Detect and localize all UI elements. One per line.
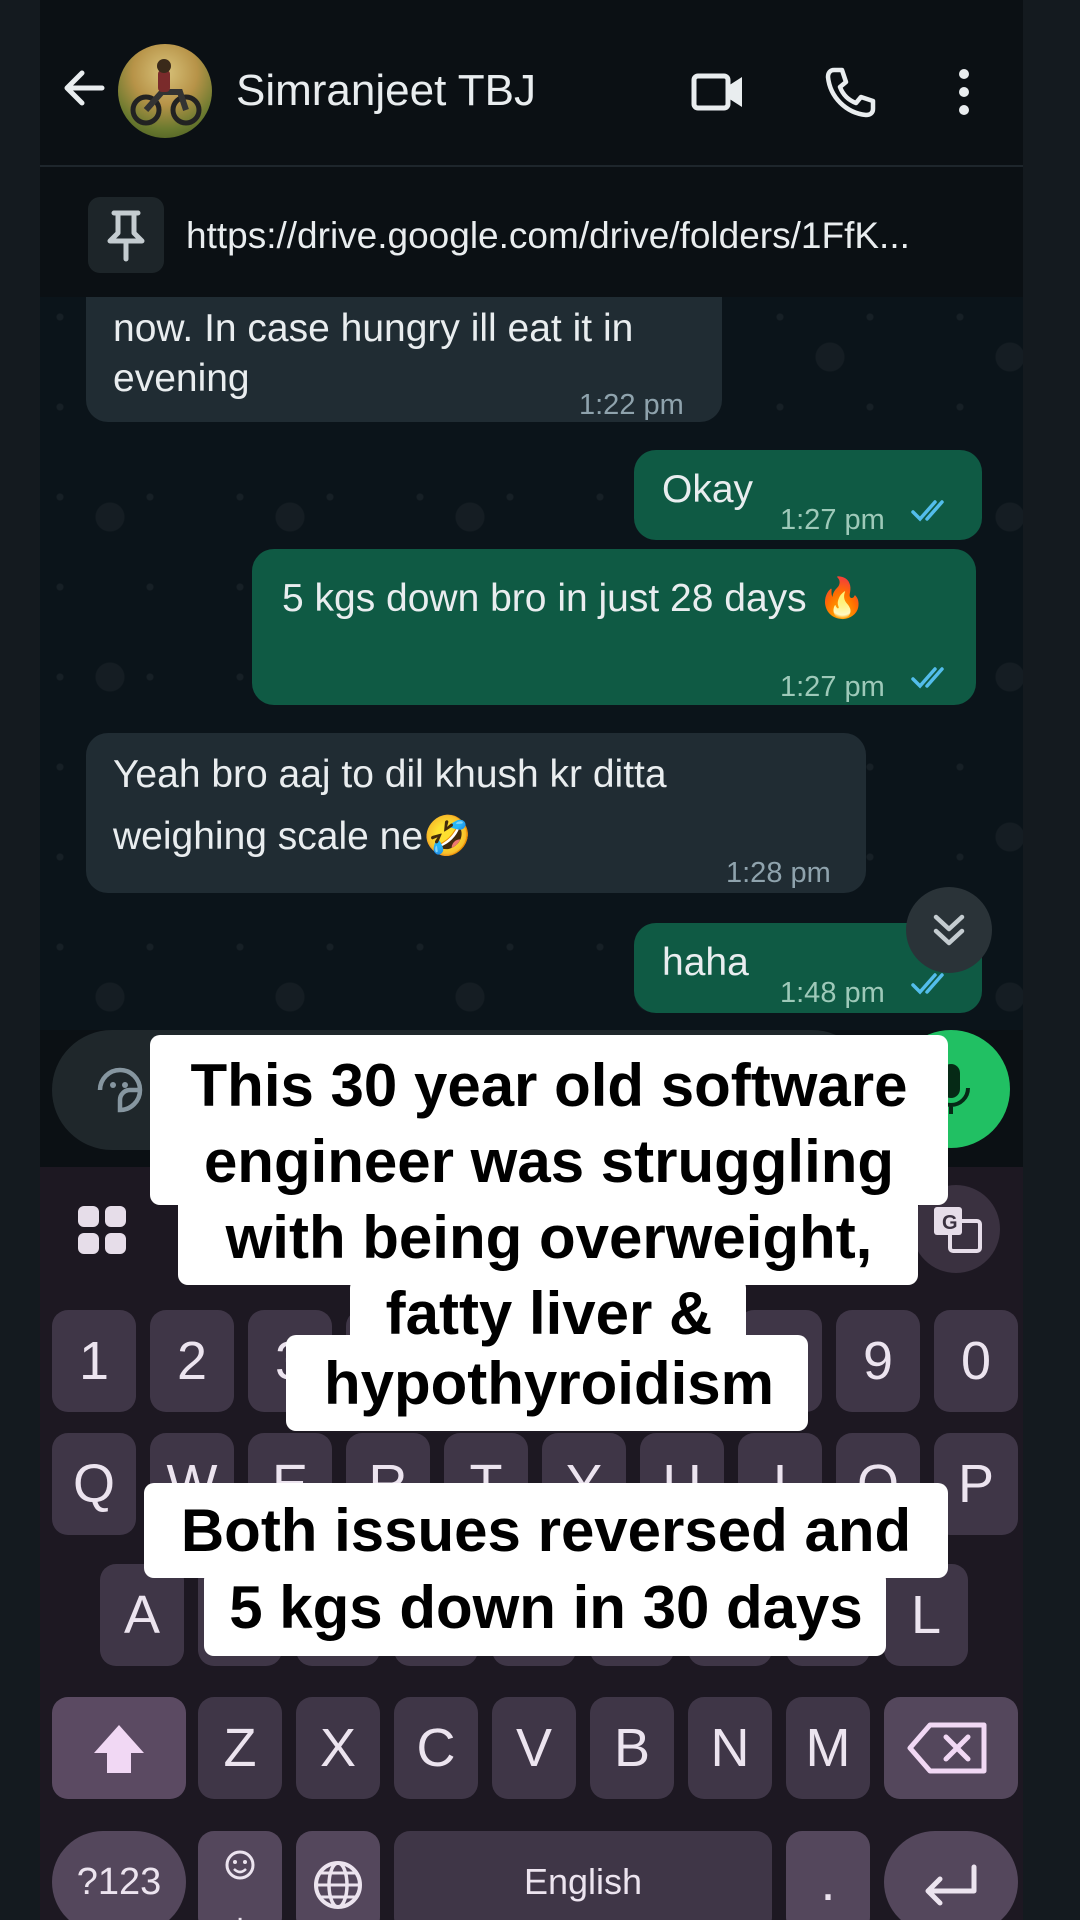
- video-call-icon[interactable]: [688, 62, 748, 122]
- enter-key[interactable]: [884, 1831, 1018, 1920]
- pin-icon: [107, 210, 145, 262]
- caption-line: Both issues reversed and: [180, 1497, 912, 1564]
- shift-key[interactable]: [52, 1697, 186, 1799]
- pin-icon-box: [88, 197, 164, 273]
- key[interactable]: B: [590, 1697, 674, 1799]
- scroll-to-bottom-button[interactable]: [906, 887, 992, 973]
- message-text-line: 5 kgs down bro in just 28 days 🔥: [282, 577, 867, 620]
- key[interactable]: X: [296, 1697, 380, 1799]
- double-check-read-icon: [911, 667, 944, 689]
- caption-line: This 30 year old software: [190, 1052, 908, 1119]
- message-text-line: evening: [113, 357, 250, 400]
- sticker-icon[interactable]: [90, 1060, 150, 1120]
- key[interactable]: V: [492, 1697, 576, 1799]
- enter-arrow-icon: [925, 1864, 977, 1906]
- contact-name[interactable]: Simranjeet TBJ: [236, 66, 536, 116]
- key[interactable]: N: [688, 1697, 772, 1799]
- backspace-icon: [907, 1722, 987, 1774]
- double-chevron-down-icon: [933, 914, 965, 946]
- message-time: 1:28 pm: [726, 857, 831, 889]
- caption-line: engineer was struggling: [203, 1128, 895, 1195]
- message-bubble-incoming[interactable]: Yeah bro aaj to dil khush kr ditta weigh…: [86, 733, 866, 893]
- contact-avatar[interactable]: [118, 44, 212, 138]
- double-check-read-icon: [911, 500, 944, 522]
- key[interactable]: Z: [198, 1697, 282, 1799]
- message-time: 1:27 pm: [780, 504, 885, 536]
- pinned-message-bar[interactable]: https://drive.google.com/drive/folders/1…: [40, 167, 1023, 297]
- message-time: 1:48 pm: [780, 977, 885, 1009]
- shift-arrow-icon: [94, 1725, 144, 1773]
- key[interactable]: 1: [52, 1310, 136, 1412]
- message-text-line: haha: [662, 941, 749, 984]
- message-bubble-outgoing[interactable]: Okay 1:27 pm: [634, 450, 982, 540]
- double-check-read-icon: [911, 973, 944, 995]
- period-key[interactable]: .: [786, 1831, 870, 1920]
- message-time: 1:27 pm: [780, 671, 885, 703]
- key[interactable]: Q: [52, 1433, 136, 1535]
- key[interactable]: C: [394, 1697, 478, 1799]
- caption-line: hypothyroidism: [323, 1350, 775, 1417]
- message-bubble-outgoing[interactable]: 5 kgs down bro in just 28 days 🔥 1:27 pm: [252, 549, 976, 705]
- caption-line: with being overweight,: [225, 1204, 873, 1271]
- symbols-key[interactable]: ?123: [52, 1831, 186, 1920]
- comma-label: ,: [235, 1895, 245, 1920]
- caption-line: 5 kgs down in 30 days: [229, 1574, 863, 1641]
- more-options-icon[interactable]: [934, 62, 994, 122]
- pinned-link[interactable]: https://drive.google.com/drive/folders/1…: [186, 215, 910, 257]
- space-key[interactable]: English: [394, 1831, 772, 1920]
- chat-header: Simranjeet TBJ: [40, 0, 1023, 165]
- message-time: 1:22 pm: [579, 389, 684, 421]
- language-key[interactable]: [296, 1831, 380, 1920]
- globe-icon: [314, 1861, 362, 1909]
- voice-call-icon[interactable]: [820, 62, 880, 122]
- message-text-line: weighing scale ne🤣: [113, 815, 472, 858]
- key[interactable]: M: [786, 1697, 870, 1799]
- backspace-key[interactable]: [884, 1697, 1018, 1799]
- message-text-line: Yeah bro aaj to dil khush kr ditta: [113, 753, 667, 796]
- motorcycle-rider-image: [130, 59, 202, 126]
- message-text-line: Okay: [662, 468, 754, 511]
- message-bubble-incoming[interactable]: now. In case hungry ill eat it in evenin…: [86, 297, 722, 422]
- emoji-icon: [225, 1850, 255, 1880]
- apps-grid-icon[interactable]: [74, 1202, 130, 1258]
- caption-line: fatty liver &: [385, 1280, 713, 1347]
- emoji-comma-key[interactable]: ,: [198, 1831, 282, 1920]
- back-arrow-icon[interactable]: [58, 62, 110, 114]
- message-text-line: now. In case hungry ill eat it in: [113, 307, 634, 350]
